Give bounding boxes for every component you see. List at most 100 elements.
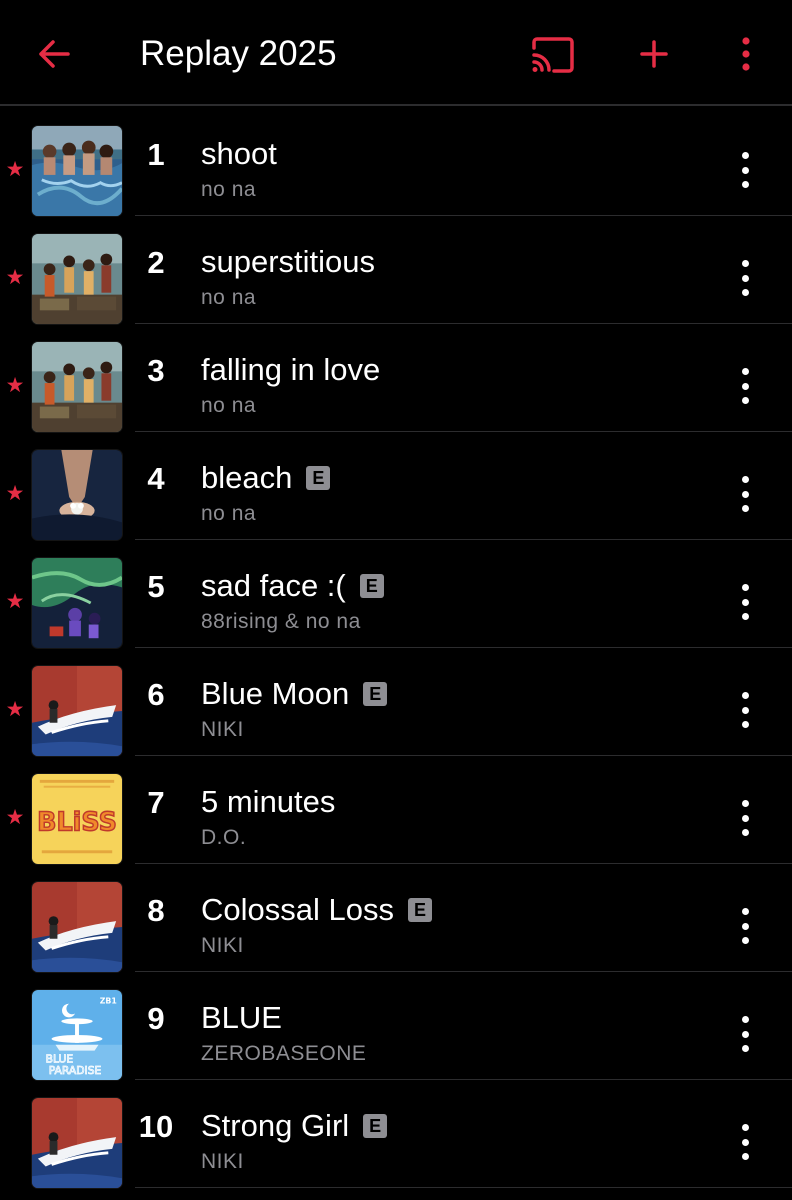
track-title: BLUE xyxy=(201,1000,282,1035)
track-more-options-button[interactable] xyxy=(728,800,762,836)
track-more-options-button[interactable] xyxy=(728,368,762,404)
track-rank: 1 xyxy=(147,137,165,172)
track-title-row: 5 minutes xyxy=(201,781,335,823)
track-title-row: superstitious xyxy=(201,241,375,283)
more-dot-icon xyxy=(741,598,749,606)
svg-text:BLiSS: BLiSS xyxy=(37,807,117,837)
favorite-star-icon: ★ xyxy=(5,373,25,397)
album-art[interactable]: BLiSS xyxy=(31,773,123,865)
more-dot-icon xyxy=(741,368,749,375)
add-button[interactable] xyxy=(632,32,676,76)
album-art[interactable] xyxy=(31,233,123,325)
more-dot-icon xyxy=(741,382,749,390)
favorite-star-icon: ★ xyxy=(5,157,25,181)
back-button[interactable] xyxy=(30,32,78,76)
track-artist: no na xyxy=(201,286,257,309)
explicit-badge-icon: E xyxy=(306,466,331,490)
album-art-bleach xyxy=(32,450,122,540)
track-title-row: bleach E xyxy=(201,457,331,499)
track-title: sad face :( xyxy=(201,568,346,603)
track-list: ★ 1 shoot no na ★ 2 superstitious no na … xyxy=(0,108,792,1189)
track-title: Strong Girl xyxy=(201,1108,350,1143)
track-row[interactable]: 8 Colossal Loss E NIKI xyxy=(0,864,792,973)
more-dot-icon xyxy=(741,274,749,282)
album-art[interactable] xyxy=(31,1097,123,1189)
row-divider xyxy=(135,1187,792,1188)
page-title: Replay 2025 xyxy=(140,34,337,73)
track-more-options-button[interactable] xyxy=(728,152,762,188)
more-dot-icon xyxy=(741,908,749,915)
favorite-star-icon: ★ xyxy=(5,589,25,613)
track-title: Colossal Loss xyxy=(201,892,394,927)
track-more-options-button[interactable] xyxy=(728,908,762,944)
track-title-row: shoot xyxy=(201,133,277,175)
album-art-superstitious xyxy=(32,342,122,432)
track-rank: 3 xyxy=(147,353,165,388)
track-artist: NIKI xyxy=(201,1150,244,1173)
more-options-button[interactable] xyxy=(726,32,766,76)
more-dot-icon xyxy=(741,490,749,498)
explicit-badge-icon: E xyxy=(407,898,432,922)
track-rank: 5 xyxy=(147,569,165,604)
track-title: shoot xyxy=(201,136,277,171)
track-title: bleach xyxy=(201,460,293,495)
more-dot-icon xyxy=(741,721,749,728)
track-title: falling in love xyxy=(201,352,381,387)
track-row[interactable]: 10 Strong Girl E NIKI xyxy=(0,1080,792,1189)
more-dot-icon xyxy=(741,1030,749,1038)
track-row[interactable]: ★ 2 superstitious no na xyxy=(0,216,792,325)
album-art-niki xyxy=(32,882,122,972)
favorite-star-icon: ★ xyxy=(5,805,25,829)
cast-button[interactable] xyxy=(528,34,578,76)
track-row[interactable]: ZB1 BLUE PARADISE 9 BLUE ZEROBASEONE xyxy=(0,972,792,1081)
track-artist: D.O. xyxy=(201,826,247,849)
track-rank: 4 xyxy=(147,461,165,496)
more-dot-icon xyxy=(741,1045,749,1052)
explicit-badge-icon: E xyxy=(363,1114,388,1138)
album-art-sadface xyxy=(32,558,122,648)
more-dot-icon xyxy=(741,260,749,267)
album-art[interactable] xyxy=(31,881,123,973)
track-rank: 8 xyxy=(147,893,165,928)
track-more-options-button[interactable] xyxy=(728,476,762,512)
track-more-options-button[interactable] xyxy=(728,584,762,620)
album-art-superstitious xyxy=(32,234,122,324)
track-row[interactable]: ★ 5 sad face :( E 88rising & no na xyxy=(0,540,792,649)
album-art[interactable] xyxy=(31,125,123,217)
track-row[interactable]: ★ 6 Blue Moon E NIKI xyxy=(0,648,792,757)
track-artist: no na xyxy=(201,394,257,417)
more-dot-icon xyxy=(741,692,749,699)
track-title: Blue Moon xyxy=(201,676,350,711)
more-vertical-icon xyxy=(742,37,750,71)
track-title-row: sad face :( E xyxy=(201,565,384,607)
track-artist: no na xyxy=(201,502,257,525)
track-row[interactable]: ★ 1 shoot no na xyxy=(0,108,792,217)
album-art[interactable]: ZB1 BLUE PARADISE xyxy=(31,989,123,1081)
track-row[interactable]: ★ BLiSS 7 5 minutes D.O. xyxy=(0,756,792,865)
track-rank: 7 xyxy=(147,785,165,820)
track-title-row: BLUE xyxy=(201,997,282,1039)
album-art[interactable] xyxy=(31,341,123,433)
more-dot-icon xyxy=(741,1124,749,1131)
track-more-options-button[interactable] xyxy=(728,1124,762,1160)
track-title: superstitious xyxy=(201,244,376,279)
album-art[interactable] xyxy=(31,557,123,649)
more-dot-icon xyxy=(741,476,749,483)
more-dot-icon xyxy=(741,397,749,404)
track-title-row: Colossal Loss E xyxy=(201,889,432,931)
track-title: 5 minutes xyxy=(201,784,336,819)
more-dot-icon xyxy=(741,152,749,159)
more-dot-icon xyxy=(741,584,749,591)
album-art[interactable] xyxy=(31,449,123,541)
track-artist: no na xyxy=(201,178,257,201)
track-more-options-button[interactable] xyxy=(728,260,762,296)
track-row[interactable]: ★ 3 falling in love no na xyxy=(0,324,792,433)
more-dot-icon xyxy=(741,829,749,836)
track-more-options-button[interactable] xyxy=(728,1016,762,1052)
explicit-badge-icon: E xyxy=(359,574,384,598)
more-dot-icon xyxy=(741,1153,749,1160)
track-more-options-button[interactable] xyxy=(728,692,762,728)
album-art[interactable] xyxy=(31,665,123,757)
track-row[interactable]: ★ 4 bleach E no na xyxy=(0,432,792,541)
more-dot-icon xyxy=(741,1138,749,1146)
